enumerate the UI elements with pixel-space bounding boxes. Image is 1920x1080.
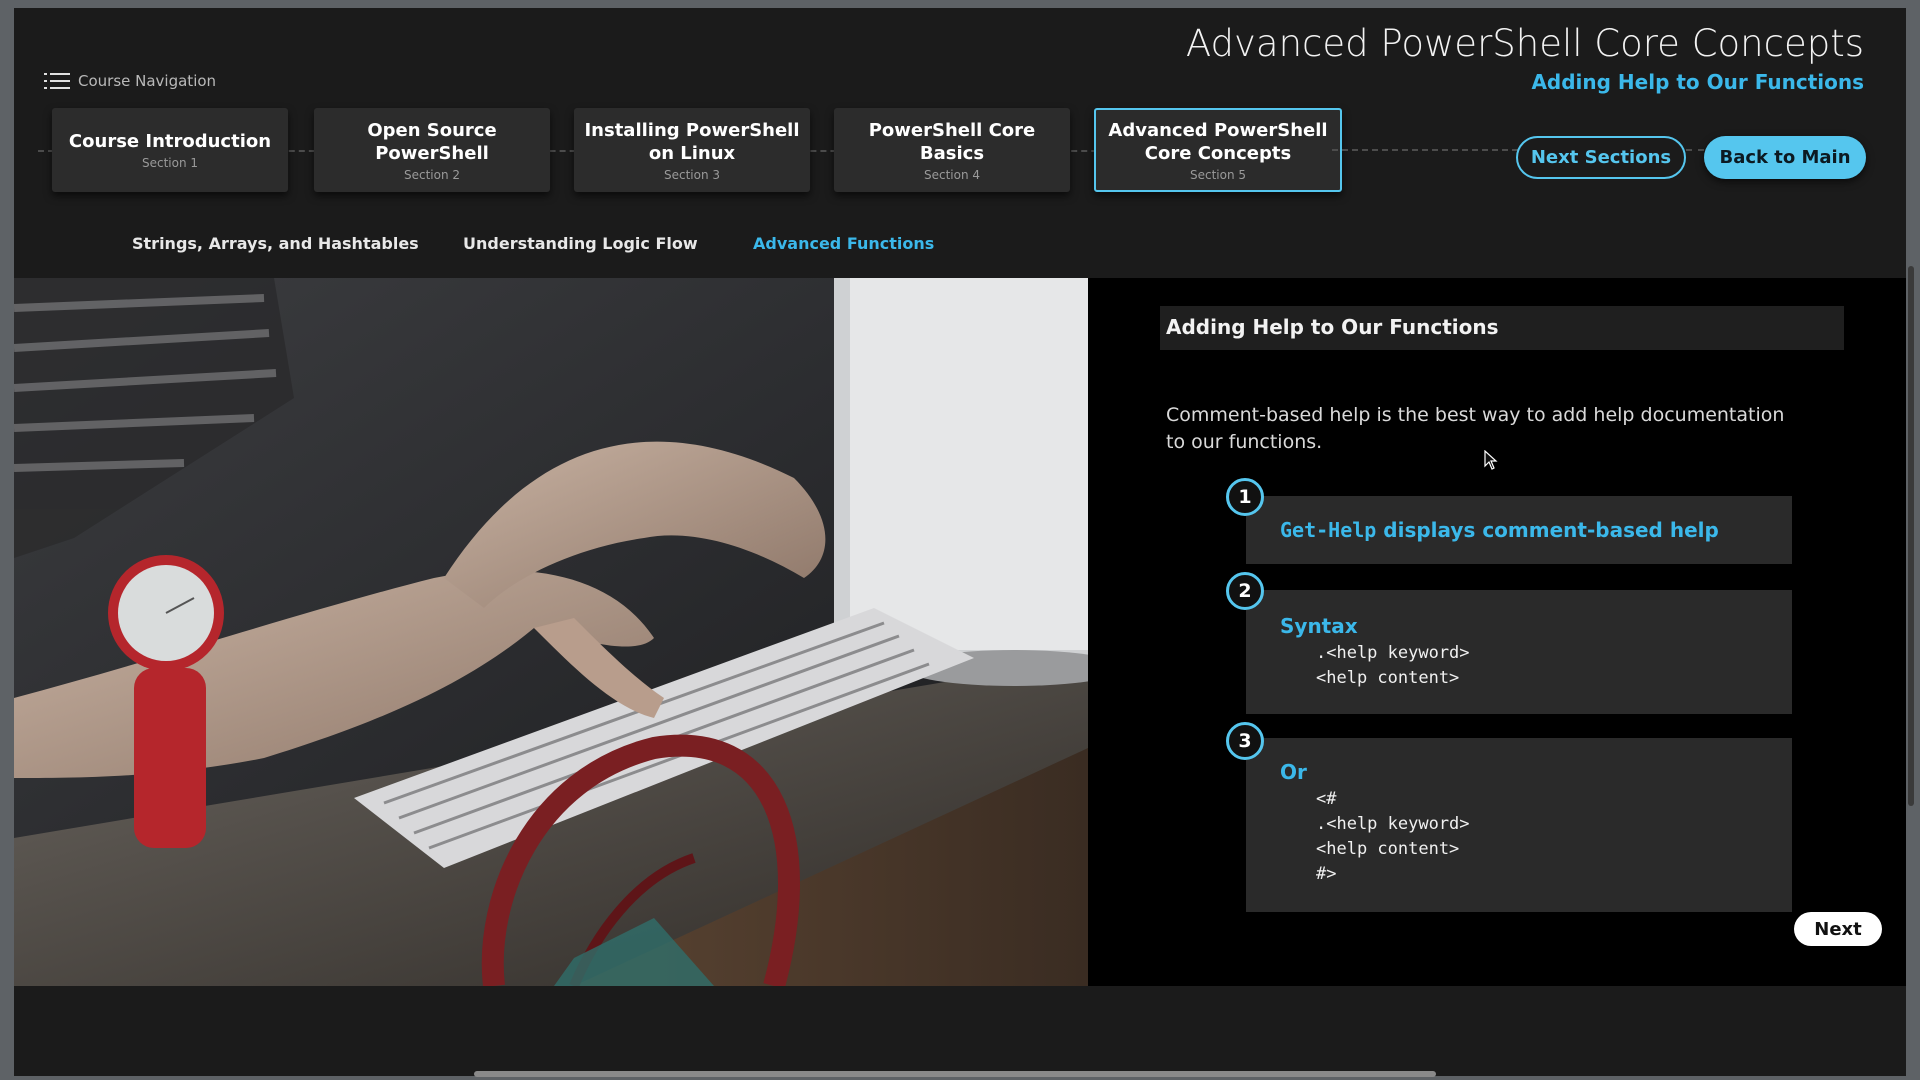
panel-heading-bar: Adding Help to Our Functions bbox=[1160, 306, 1844, 350]
step-2-number: 2 bbox=[1226, 572, 1264, 610]
back-to-main-button[interactable]: Back to Main bbox=[1704, 136, 1866, 179]
subtab-understanding-logic-flow[interactable]: Understanding Logic Flow bbox=[463, 234, 698, 253]
lesson-photo bbox=[14, 278, 1088, 986]
course-navigation-label: Course Navigation bbox=[78, 72, 217, 90]
section-number: Section 4 bbox=[923, 167, 981, 182]
step-2-box: Syntax .<help keyword> <help content> bbox=[1246, 590, 1792, 714]
step-3-code: <# .<help keyword> <help content> #> bbox=[1316, 789, 1470, 884]
lesson-subtitle: Adding Help to Our Functions bbox=[1531, 70, 1864, 94]
content-panel: Adding Help to Our Functions Comment-bas… bbox=[1088, 278, 1906, 986]
step-1-number: 1 bbox=[1226, 478, 1264, 516]
section-title: Course Introduction bbox=[68, 131, 272, 152]
course-title: Advanced PowerShell Core Concepts bbox=[1185, 22, 1864, 65]
typing-hands-illustration bbox=[14, 278, 1088, 986]
section-number: Section 5 bbox=[1189, 167, 1247, 182]
section-card-1[interactable]: Course Introduction Section 1 bbox=[52, 108, 288, 192]
mouse-cursor-icon bbox=[1484, 450, 1498, 470]
step-3-number: 3 bbox=[1226, 722, 1264, 760]
section-number: Section 1 bbox=[141, 156, 199, 170]
list-icon bbox=[44, 73, 70, 89]
section-title: Advanced PowerShell Core Concepts bbox=[1108, 119, 1328, 164]
step-1-text: Get-Help displays comment-based help bbox=[1280, 518, 1719, 542]
intro-text: Comment-based help is the best way to ad… bbox=[1166, 404, 1785, 453]
connector-between-actions bbox=[1686, 149, 1704, 151]
section-cards: Course Introduction Section 1 Open Sourc… bbox=[38, 108, 1342, 192]
get-help-code-word: Get-Help bbox=[1280, 518, 1377, 542]
panel-heading: Adding Help to Our Functions bbox=[1166, 315, 1499, 339]
section-number: Section 3 bbox=[663, 167, 721, 182]
section-title: PowerShell Core Basics bbox=[868, 119, 1036, 164]
horizontal-scrollbar[interactable] bbox=[474, 1071, 1436, 1077]
next-sections-button[interactable]: Next Sections bbox=[1516, 136, 1686, 179]
section-title: Open Source PowerShell bbox=[367, 119, 497, 164]
step-1-box: Get-Help displays comment-based help bbox=[1246, 496, 1792, 564]
section-card-2[interactable]: Open Source PowerShell Section 2 bbox=[314, 108, 550, 192]
vertical-scrollbar[interactable] bbox=[1908, 266, 1914, 806]
section-card-4[interactable]: PowerShell Core Basics Section 4 bbox=[834, 108, 1070, 192]
subtab-strings-arrays-hashtables[interactable]: Strings, Arrays, and Hashtables bbox=[132, 234, 419, 253]
next-button[interactable]: Next bbox=[1794, 912, 1882, 946]
step-1-description: displays comment-based help bbox=[1376, 518, 1719, 542]
section-title: Installing PowerShell on Linux bbox=[584, 119, 800, 164]
section-number: Section 2 bbox=[403, 167, 461, 182]
course-window: Course Navigation Advanced PowerShell Co… bbox=[14, 8, 1906, 1076]
section-card-3[interactable]: Installing PowerShell on Linux Section 3 bbox=[574, 108, 810, 192]
step-3-box: Or <# .<help keyword> <help content> #> bbox=[1246, 738, 1792, 912]
subtab-advanced-functions[interactable]: Advanced Functions bbox=[753, 234, 934, 253]
course-navigation-toggle[interactable]: Course Navigation bbox=[44, 72, 216, 90]
step-2-heading: Syntax bbox=[1280, 614, 1358, 638]
section-card-5[interactable]: Advanced PowerShell Core Concepts Sectio… bbox=[1094, 108, 1342, 192]
connector-to-actions bbox=[1332, 149, 1518, 151]
step-2-code: .<help keyword> <help content> bbox=[1316, 643, 1470, 688]
step-3-heading: Or bbox=[1280, 760, 1307, 784]
